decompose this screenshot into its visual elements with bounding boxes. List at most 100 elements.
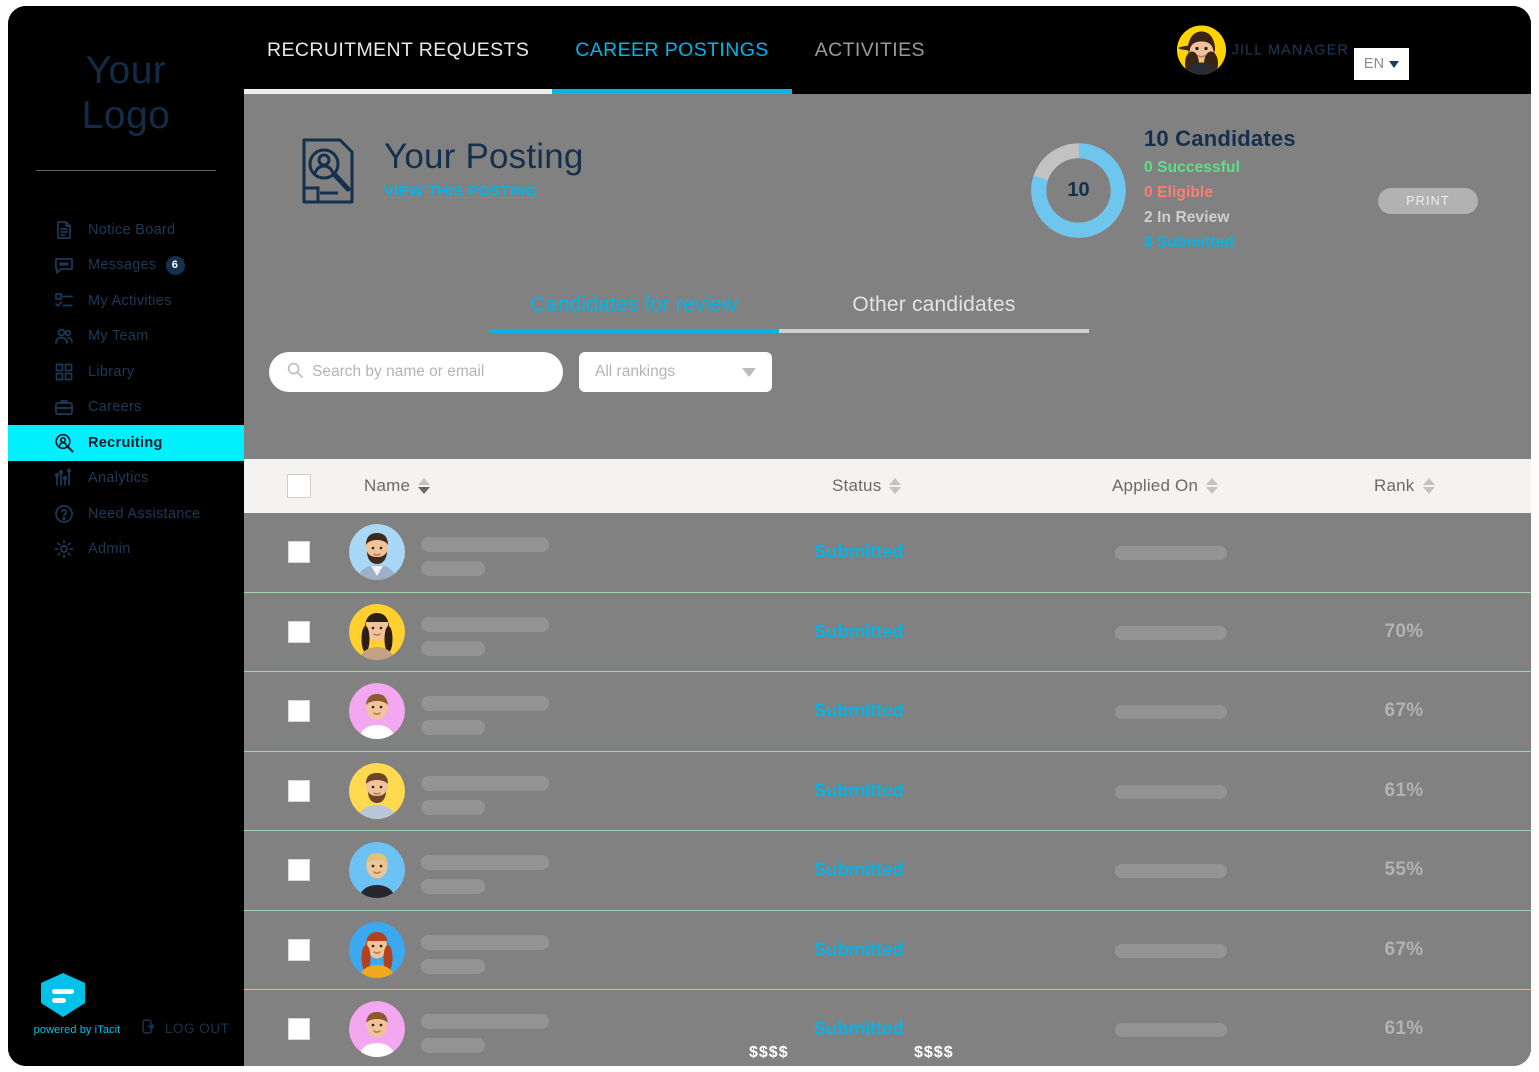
applied-on-redacted: [1115, 705, 1227, 719]
grid-icon: [53, 361, 75, 383]
checkbox-box: [287, 474, 311, 498]
tab-recruitment-requests[interactable]: RECRUITMENT REQUESTS: [244, 6, 553, 94]
subtab-underline: [779, 329, 1089, 333]
sidebar-item-messages[interactable]: Messages 6: [8, 248, 244, 284]
sidebar-item-analytics[interactable]: Analytics: [8, 461, 244, 497]
footer-mark: $$$$: [749, 1044, 789, 1061]
candidate-name-redacted: [421, 616, 549, 632]
print-button[interactable]: PRINT: [1378, 188, 1478, 214]
sidebar-item-label: Admin: [88, 541, 131, 558]
search-input[interactable]: [312, 363, 545, 381]
row-checkbox[interactable]: [288, 700, 310, 723]
column-header-status-label: Status: [832, 476, 882, 495]
status-badge: Submitted: [814, 541, 904, 562]
sidebar-item-notice-board[interactable]: Notice Board: [8, 212, 244, 248]
rankings-filter-dropdown[interactable]: All rankings: [579, 352, 772, 392]
candidate-name-redacted: [421, 775, 549, 791]
rank-value: 61%: [1384, 779, 1424, 801]
candidate-email-redacted: [421, 640, 485, 656]
chat-icon: [53, 254, 75, 276]
sidebar-item-recruiting[interactable]: Recruiting: [8, 425, 244, 461]
logout-button[interactable]: LOG OUT: [141, 1018, 229, 1038]
posting-search-icon: [294, 136, 362, 206]
subtab-candidates-for-review[interactable]: Candidates for review: [489, 276, 779, 333]
rank-value: 67%: [1384, 700, 1424, 722]
subtab-label: Candidates for review: [530, 292, 738, 316]
applied-on-redacted: [1115, 1023, 1227, 1037]
stat-line-3: 8 Submitted: [1144, 234, 1234, 251]
tab-label: CAREER POSTINGS: [575, 38, 769, 61]
itacit-logo-icon: [38, 972, 88, 1018]
column-header-status[interactable]: Status: [832, 476, 902, 496]
tab-career-postings[interactable]: CAREER POSTINGS: [552, 6, 792, 94]
applied-on-redacted: [1115, 943, 1227, 958]
app-logo: Your Logo: [8, 48, 244, 138]
select-all-checkbox[interactable]: [287, 474, 311, 498]
table-row[interactable]: Submitted 67%: [244, 672, 1531, 752]
powered-by-label: powered by iTacit: [33, 1024, 121, 1036]
candidate-name-redacted: [421, 1014, 549, 1029]
avatar: [349, 524, 405, 581]
candidate-email-redacted: [421, 879, 485, 894]
row-checkbox[interactable]: [288, 1018, 310, 1041]
column-header-name-label: Name: [364, 476, 411, 495]
table-row[interactable]: Submitted 61%: [244, 751, 1531, 831]
status-badge: Submitted: [814, 780, 904, 801]
sidebar-item-admin[interactable]: Admin: [8, 532, 244, 568]
logout-label: LOG OUT: [165, 1020, 230, 1036]
table-row[interactable]: Submitted: [244, 513, 1531, 593]
column-header-name[interactable]: Name: [364, 476, 431, 496]
candidate-stats: 10 10 Candidates 0 Successful 0 Eligible 2…: [1026, 116, 1478, 271]
tab-activities[interactable]: ACTIVITIES: [792, 6, 948, 94]
sidebar-nav: Notice Board Messages 6 My Activities My Tea…: [8, 212, 244, 567]
row-checkbox[interactable]: [288, 620, 310, 643]
status-badge: Submitted: [814, 939, 904, 960]
sidebar-item-my-activities[interactable]: My Activities: [8, 283, 244, 319]
sidebar-item-need-assistance[interactable]: Need Assistance: [8, 496, 244, 532]
sidebar-item-label: Notice Board: [88, 221, 176, 238]
sort-toggle-rank[interactable]: [1422, 478, 1435, 494]
search-field[interactable]: [269, 352, 563, 392]
subtab-other-candidates[interactable]: Other candidates: [779, 276, 1089, 333]
sidebar-item-careers[interactable]: Careers: [8, 390, 244, 426]
main-content: Your Posting VIEW THIS POSTING 10 10 Can…: [244, 94, 1531, 1066]
sort-toggle-applied-on[interactable]: [1206, 478, 1219, 494]
sidebar-item-badge: 6: [165, 255, 185, 275]
sort-toggle-name[interactable]: [418, 478, 431, 494]
column-header-applied-on-label: Applied On: [1112, 476, 1199, 495]
user-profile[interactable]: JILL MANAGER: [1176, 25, 1349, 75]
posting-header: Your Posting VIEW THIS POSTING: [294, 136, 584, 206]
chevron-down-icon: [742, 367, 756, 377]
row-checkbox[interactable]: [288, 541, 310, 564]
language-selector[interactable]: EN: [1354, 48, 1409, 80]
person-search-icon: [53, 432, 75, 454]
question-icon: [53, 503, 75, 525]
sidebar-item-label: Analytics: [88, 470, 149, 487]
candidate-name-redacted: [421, 696, 549, 711]
rank-value: 55%: [1384, 859, 1424, 881]
sidebar: Your Logo Notice Board Messages 6 My Activi…: [8, 6, 244, 1066]
table-row[interactable]: Submitted 55%: [244, 831, 1531, 911]
top-nav-tabs: RECRUITMENT REQUESTS CAREER POSTINGS ACTIV…: [244, 6, 948, 94]
table-header-row: Name Status Applied On Rank: [244, 459, 1531, 513]
sidebar-item-library[interactable]: Library: [8, 354, 244, 390]
table-row[interactable]: Submitted 67%: [244, 910, 1531, 990]
row-checkbox[interactable]: [288, 938, 310, 961]
candidate-email-redacted: [421, 958, 485, 974]
top-navigation: RECRUITMENT REQUESTS CAREER POSTINGS ACTIV…: [244, 6, 1531, 94]
avatar: [1176, 25, 1226, 75]
avatar: [349, 921, 405, 978]
row-checkbox[interactable]: [288, 859, 310, 882]
status-badge: Submitted: [814, 700, 904, 721]
donut-center-value: 10: [1067, 179, 1090, 201]
column-header-rank[interactable]: Rank: [1374, 476, 1435, 496]
status-badge: Submitted: [814, 1018, 904, 1039]
row-checkbox[interactable]: [288, 779, 310, 802]
candidate-email-redacted: [421, 720, 485, 735]
view-posting-link[interactable]: VIEW THIS POSTING: [384, 183, 537, 200]
column-header-rank-label: Rank: [1374, 476, 1415, 495]
table-row[interactable]: Submitted 70%: [244, 592, 1531, 672]
sidebar-item-my-team[interactable]: My Team: [8, 319, 244, 355]
column-header-applied-on[interactable]: Applied On: [1112, 476, 1219, 496]
sort-toggle-status[interactable]: [889, 478, 902, 494]
